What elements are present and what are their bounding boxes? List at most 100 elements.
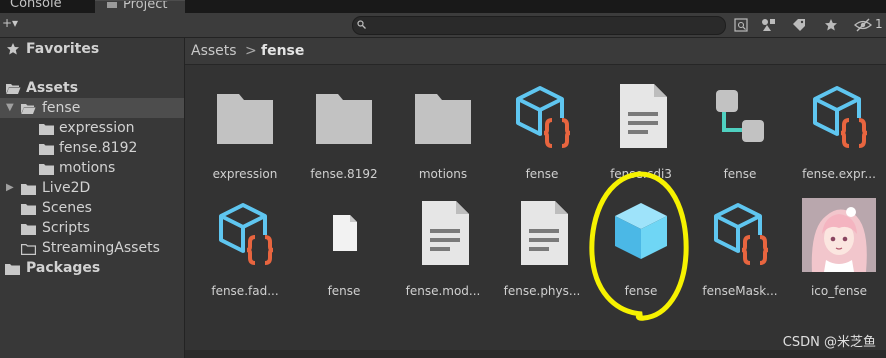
create-menu-button[interactable]: +▾ bbox=[2, 16, 18, 30]
character-thumbnail-image bbox=[802, 198, 876, 272]
asset-prefab-fense[interactable]: fense bbox=[593, 201, 689, 311]
asset-text-fense-phys[interactable]: fense.phys... bbox=[494, 201, 590, 311]
favorite-button[interactable] bbox=[820, 16, 842, 34]
tree-label: fense bbox=[42, 100, 81, 116]
chevron-down-icon[interactable]: ▼ bbox=[6, 98, 14, 118]
tree-item-streaming-assets[interactable]: StreamingAssets bbox=[0, 238, 184, 258]
horizontal-scrollbar[interactable] bbox=[185, 350, 886, 358]
tree-item-motions[interactable]: motions bbox=[0, 158, 184, 178]
folder-icon bbox=[107, 2, 117, 8]
tree-item-expression[interactable]: expression bbox=[0, 118, 184, 138]
tree-label: Scripts bbox=[42, 220, 90, 236]
text-document-icon bbox=[521, 201, 568, 265]
breadcrumb-separator: > bbox=[245, 43, 257, 59]
tree-label: expression bbox=[59, 120, 135, 136]
hidden-packages-button[interactable] bbox=[852, 16, 874, 34]
search-by-type-button[interactable] bbox=[730, 16, 752, 34]
json-cube-icon bbox=[813, 86, 869, 148]
animator-controller-icon bbox=[716, 90, 764, 142]
folder-icon bbox=[415, 94, 471, 144]
hidden-count: 1 bbox=[875, 17, 883, 31]
json-cube-icon bbox=[219, 203, 275, 265]
folder-icon bbox=[39, 144, 54, 155]
text-document-icon bbox=[620, 84, 667, 148]
search-icon bbox=[357, 20, 366, 29]
asset-folder-motions[interactable]: motions bbox=[395, 84, 491, 194]
shapes-icon bbox=[762, 19, 775, 31]
filter-by-label-button[interactable] bbox=[788, 16, 810, 34]
tag-icon bbox=[793, 19, 805, 31]
empty-folder-icon bbox=[21, 244, 36, 255]
asset-name: motions bbox=[418, 167, 468, 181]
tree-label: Scenes bbox=[42, 200, 92, 216]
tree-item-favorites[interactable]: Favorites bbox=[0, 39, 184, 59]
folder-icon bbox=[5, 264, 20, 275]
asset-name: expression bbox=[212, 167, 278, 181]
asset-text-fense-cdi3[interactable]: fense.cdi3 bbox=[593, 84, 689, 194]
text-document-icon bbox=[422, 201, 469, 265]
tree-label: Favorites bbox=[26, 41, 100, 57]
tree-label: fense.8192 bbox=[59, 140, 138, 156]
folder-icon bbox=[217, 94, 273, 144]
asset-name: fenseMask... bbox=[702, 284, 778, 298]
tree-item-fense[interactable]: ▼ fense bbox=[0, 98, 184, 118]
tree-item-scenes[interactable]: Scenes bbox=[0, 198, 184, 218]
tree-item-assets[interactable]: Assets bbox=[0, 78, 184, 98]
breadcrumb-current[interactable]: fense bbox=[261, 38, 304, 64]
search-field[interactable] bbox=[352, 16, 726, 35]
search-input[interactable] bbox=[371, 17, 711, 33]
asset-name: fense.8192 bbox=[310, 167, 378, 181]
open-folder-icon bbox=[21, 104, 36, 114]
tab-project[interactable]: Project bbox=[95, 0, 185, 13]
eye-slash-icon bbox=[854, 18, 872, 32]
asset-json-fense-mask[interactable]: fenseMask... bbox=[692, 201, 788, 311]
folder-icon bbox=[39, 124, 54, 135]
tree-item-fense8192[interactable]: fense.8192 bbox=[0, 138, 184, 158]
asset-json-fense-fad[interactable]: fense.fad... bbox=[197, 201, 293, 311]
folder-icon bbox=[21, 184, 36, 195]
search-window-icon bbox=[734, 18, 748, 32]
asset-name: fense bbox=[723, 167, 757, 181]
json-cube-icon bbox=[516, 86, 572, 148]
asset-name: fense.expr... bbox=[802, 167, 876, 181]
prefab-cube-icon bbox=[615, 203, 667, 259]
tree-item-scripts[interactable]: Scripts bbox=[0, 218, 184, 238]
watermark-text: CSDN @米芝鱼 bbox=[782, 335, 876, 350]
star-icon bbox=[7, 43, 19, 55]
tree-label: Packages bbox=[26, 260, 101, 276]
json-cube-icon bbox=[714, 203, 770, 265]
tab-project-label: Project bbox=[123, 0, 168, 12]
asset-text-fense-mod[interactable]: fense.mod... bbox=[395, 201, 491, 311]
asset-file-fense[interactable]: fense bbox=[296, 201, 392, 311]
asset-name: fense.cdi3 bbox=[610, 167, 672, 181]
tree-label: Live2D bbox=[42, 180, 91, 196]
asset-image-ico-fense[interactable]: ico_fense bbox=[791, 198, 886, 308]
breadcrumb: Assets > fense bbox=[185, 38, 886, 65]
asset-json-fense-expr[interactable]: fense.expr... bbox=[791, 84, 886, 194]
filter-by-type-button[interactable] bbox=[758, 16, 780, 34]
asset-folder-fense8192[interactable]: fense.8192 bbox=[296, 84, 392, 194]
blank-file-icon bbox=[333, 215, 357, 251]
tab-console[interactable]: Console bbox=[0, 0, 90, 13]
tree-item-packages[interactable]: Packages bbox=[0, 258, 184, 278]
tab-bar: Console Project bbox=[0, 0, 886, 13]
project-tree: Favorites Assets ▼ fense expression fens… bbox=[0, 38, 185, 358]
asset-name: fense.fad... bbox=[211, 284, 279, 298]
star-icon bbox=[825, 19, 837, 31]
tree-item-live2d[interactable]: ▶ Live2D bbox=[0, 178, 184, 198]
asset-name: fense.mod... bbox=[405, 284, 481, 298]
chevron-right-icon[interactable]: ▶ bbox=[6, 178, 14, 198]
asset-name: fense bbox=[327, 284, 361, 298]
tree-label: Assets bbox=[26, 80, 79, 96]
asset-name: fense bbox=[525, 167, 559, 181]
folder-icon bbox=[39, 164, 54, 175]
project-toolbar: +▾ 1 bbox=[0, 13, 886, 38]
open-folder-icon bbox=[6, 84, 21, 94]
breadcrumb-assets[interactable]: Assets bbox=[191, 38, 237, 64]
asset-json-fense[interactable]: fense bbox=[494, 84, 590, 194]
asset-folder-expression[interactable]: expression bbox=[197, 84, 293, 194]
asset-name: fense.phys... bbox=[503, 284, 581, 298]
asset-animator-fense[interactable]: fense bbox=[692, 84, 788, 194]
asset-name: fense bbox=[624, 284, 658, 298]
tab-console-label: Console bbox=[10, 0, 62, 11]
